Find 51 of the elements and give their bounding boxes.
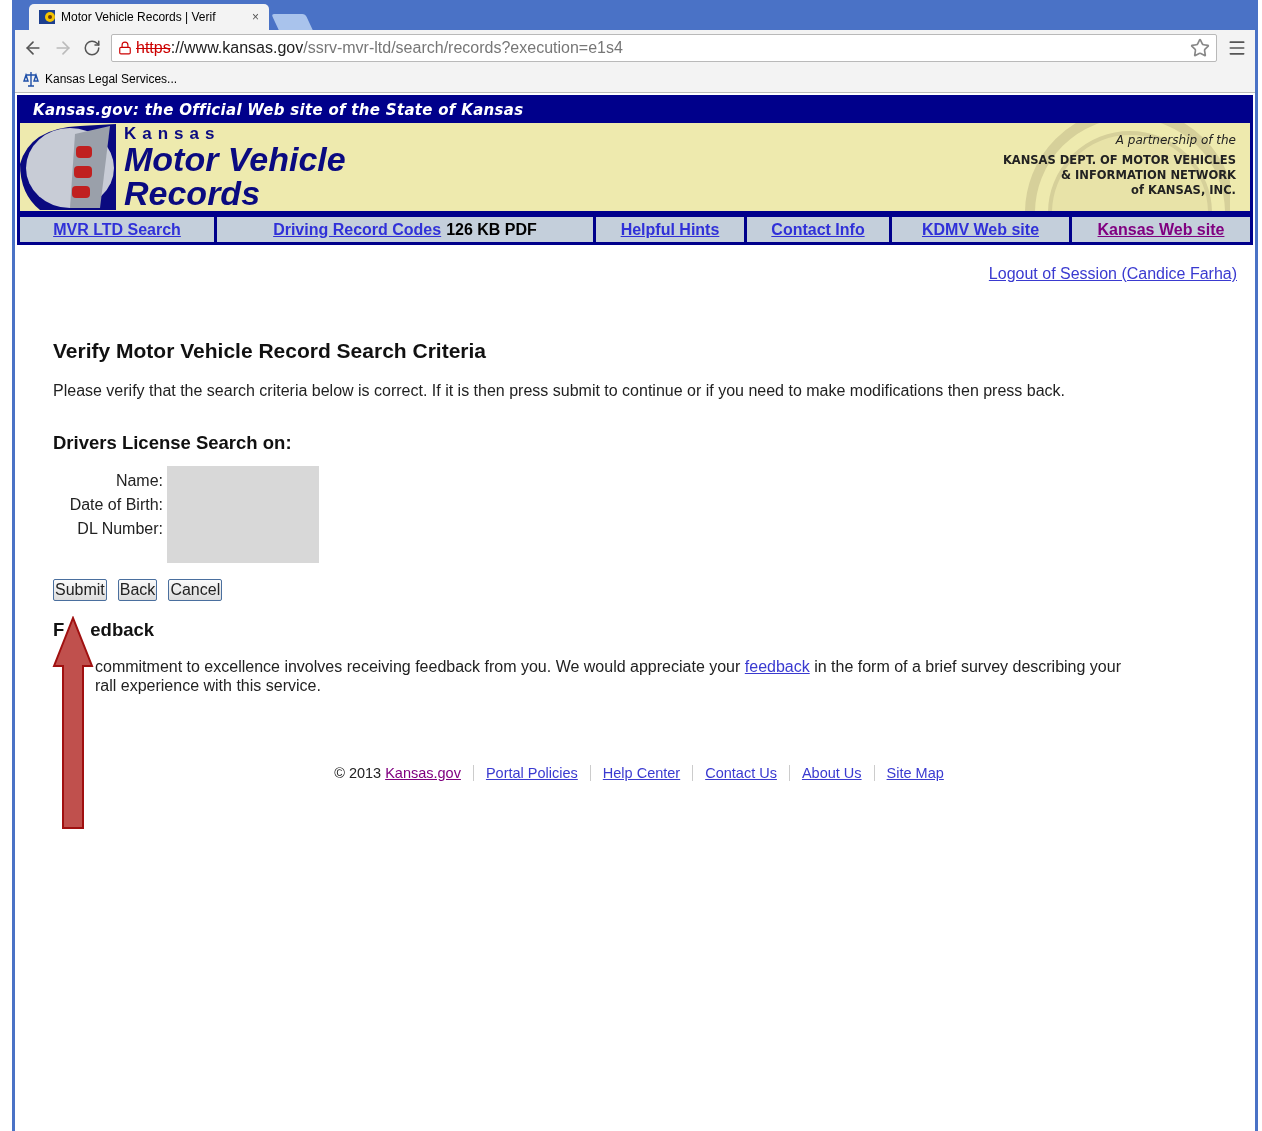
url-host: ://www.kansas.gov bbox=[170, 39, 304, 57]
nav-link[interactable]: Contact Info bbox=[771, 220, 865, 239]
field-label: DL Number: bbox=[77, 520, 163, 538]
feedback-link[interactable]: feedback bbox=[744, 658, 810, 675]
menu-icon[interactable] bbox=[1227, 38, 1247, 58]
footer-link[interactable]: Kansas.gov bbox=[385, 765, 473, 781]
partner-name: KANSAS DEPT. OF MOTOR VEHICLES bbox=[1002, 153, 1236, 168]
field-label: Date of Birth: bbox=[69, 496, 163, 514]
form-button[interactable]: Submit bbox=[53, 579, 107, 601]
tab-title: Motor Vehicle Records | Verif bbox=[61, 10, 216, 24]
feedback-heading: edback bbox=[90, 619, 155, 641]
bookmark-star-icon[interactable] bbox=[1190, 38, 1210, 58]
nav-link[interactable]: MVR LTD Search bbox=[53, 220, 181, 239]
nav-link[interactable]: KDMV Web site bbox=[921, 220, 1040, 239]
field-label: Name: bbox=[115, 472, 163, 490]
section-heading: Drivers License Search on: bbox=[53, 432, 293, 454]
browser-tab[interactable]: Motor Vehicle Records | Verif × bbox=[29, 4, 269, 30]
bookmark-item[interactable]: Kansas Legal Services... bbox=[45, 72, 178, 86]
footer-link[interactable]: Portal Policies bbox=[472, 765, 590, 781]
nav-link[interactable]: Driving Record Codes bbox=[273, 220, 442, 239]
feedback-heading: F bbox=[53, 619, 65, 641]
file-size-text: 126 KB PDF bbox=[446, 220, 537, 239]
sunflower-icon bbox=[39, 10, 55, 24]
logo-title: Records bbox=[124, 175, 262, 210]
nav-link[interactable]: Kansas Web site bbox=[1097, 220, 1225, 239]
partner-name: of KANSAS, INC. bbox=[1131, 183, 1236, 198]
logout-link[interactable]: Logout of Session (Candice Farha) bbox=[988, 265, 1237, 283]
footer-link[interactable]: Contact Us bbox=[692, 765, 789, 781]
insecure-lock-icon bbox=[118, 41, 132, 55]
footer-link[interactable]: About Us bbox=[788, 765, 874, 781]
new-tab-button[interactable] bbox=[271, 14, 313, 30]
address-bar[interactable]: https://www.kansas.gov/ssrv-mvr-ltd/search/records?execution=e1s4 bbox=[111, 34, 1217, 62]
form-button[interactable]: Cancel bbox=[168, 579, 223, 601]
logo-state-text: Kansas bbox=[124, 124, 222, 142]
state-banner-text: Kansas.gov: the Official Web site of the State of Kansas bbox=[17, 95, 1253, 123]
footer-link[interactable]: Site Map bbox=[873, 765, 956, 781]
instruction-text: Please verify that the search criteria below is correct. If it is then press submit to continue or if you need to make modifications then press back. bbox=[53, 381, 1067, 400]
partner-name: & INFORMATION NETWORK bbox=[1061, 168, 1236, 183]
tab-close[interactable]: × bbox=[252, 10, 259, 24]
footer-link[interactable]: Help Center bbox=[589, 765, 693, 781]
nav-link[interactable]: Helpful Hints bbox=[620, 220, 720, 239]
partnership-text: A partnership of the bbox=[1115, 133, 1236, 148]
page-heading: Verify Motor Vehicle Record Search Criteria bbox=[53, 339, 487, 363]
reload-icon[interactable] bbox=[83, 39, 101, 57]
copyright-text: © 2013 bbox=[334, 765, 382, 781]
feedback-text: rall experience with this service. bbox=[94, 676, 322, 695]
logo-title: Motor Vehicle bbox=[124, 141, 346, 176]
url-path: /ssrv-mvr-ltd/search/records?execution=e1s4 bbox=[303, 39, 623, 57]
form-button[interactable]: Back bbox=[117, 579, 158, 601]
url-scheme: https bbox=[136, 39, 171, 57]
scales-icon bbox=[23, 71, 39, 87]
